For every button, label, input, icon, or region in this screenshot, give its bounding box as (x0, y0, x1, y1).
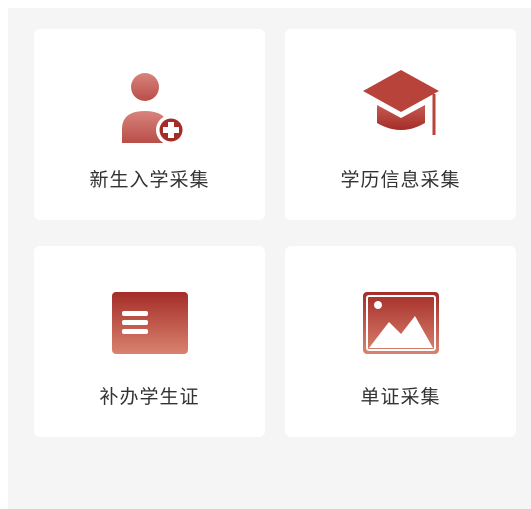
card-label: 新生入学采集 (89, 169, 210, 191)
menu-panel: 新生入学采集 学历信息采集 补办学生证 单证采集 (8, 8, 531, 509)
document-collection-card[interactable]: 单证采集 (285, 246, 516, 437)
education-info-card[interactable]: 学历信息采集 (285, 29, 516, 220)
graduation-cap-icon (359, 65, 443, 149)
card-label: 单证采集 (360, 386, 441, 408)
id-card-icon (108, 282, 192, 366)
new-student-enrollment-card[interactable]: 新生入学采集 (34, 29, 265, 220)
reissue-student-id-card[interactable]: 补办学生证 (34, 246, 265, 437)
person-add-icon (110, 65, 190, 149)
card-label: 补办学生证 (99, 386, 200, 408)
card-label: 学历信息采集 (340, 169, 461, 191)
image-icon (359, 282, 443, 366)
